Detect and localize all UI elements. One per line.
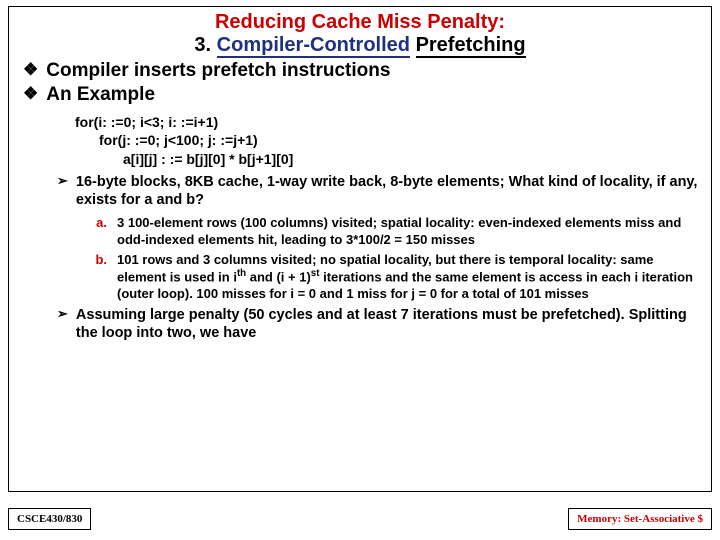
alpha-text: 3 100-element rows (100 columns) visited… — [117, 215, 701, 248]
diamond-text: Compiler inserts prefetch instructions — [46, 59, 390, 83]
title-line1: Reducing Cache Miss Penalty: — [19, 11, 701, 34]
chevron-list: Assuming large penalty (50 cycles and at… — [19, 306, 701, 342]
alpha-item: a. 3 100-element rows (100 columns) visi… — [89, 215, 701, 248]
alpha-marker: b. — [89, 252, 107, 302]
chevron-list: 16-byte blocks, 8KB cache, 1-way write b… — [19, 173, 701, 209]
footer-right: Memory: Set-Associative $ — [568, 508, 712, 530]
code-line: for(j: :=0; j<100; j: :=j+1) — [75, 131, 701, 150]
chevron-text: Assuming large penalty (50 cycles and at… — [76, 306, 701, 342]
title-line2: 3. Compiler-Controlled Prefetching — [19, 34, 701, 57]
chevron-item: Assuming large penalty (50 cycles and at… — [57, 306, 701, 342]
alpha-item: b. 101 rows and 3 columns visited; no sp… — [89, 252, 701, 302]
title-prefix: 3. — [194, 34, 211, 56]
title-suffix: Prefetching — [416, 34, 526, 58]
chevron-text: 16-byte blocks, 8KB cache, 1-way write b… — [76, 173, 701, 209]
diamond-item: Compiler inserts prefetch instructions — [23, 59, 701, 83]
code-line: a[i][j] : := b[j][0] * b[j+1][0] — [75, 150, 701, 169]
chevron-item: 16-byte blocks, 8KB cache, 1-way write b… — [57, 173, 701, 209]
diamond-text: An Example — [46, 83, 155, 107]
code-block: for(i: :=0; i<3; i: :=i+1) for(j: :=0; j… — [75, 113, 701, 170]
diamond-item: An Example — [23, 83, 701, 107]
alpha-span: and (i + 1) — [246, 270, 311, 285]
alpha-list: a. 3 100-element rows (100 columns) visi… — [19, 215, 701, 302]
alpha-marker: a. — [89, 215, 107, 248]
title-main: Compiler-Controlled — [217, 34, 410, 58]
footer-left: CSCE430/830 — [8, 508, 91, 530]
sup-th: th — [237, 268, 246, 279]
slide-frame: Reducing Cache Miss Penalty: 3. Compiler… — [8, 6, 712, 492]
alpha-text: 101 rows and 3 columns visited; no spati… — [117, 252, 701, 302]
code-line: for(i: :=0; i<3; i: :=i+1) — [75, 113, 701, 132]
diamond-list: Compiler inserts prefetch instructions A… — [19, 59, 701, 107]
